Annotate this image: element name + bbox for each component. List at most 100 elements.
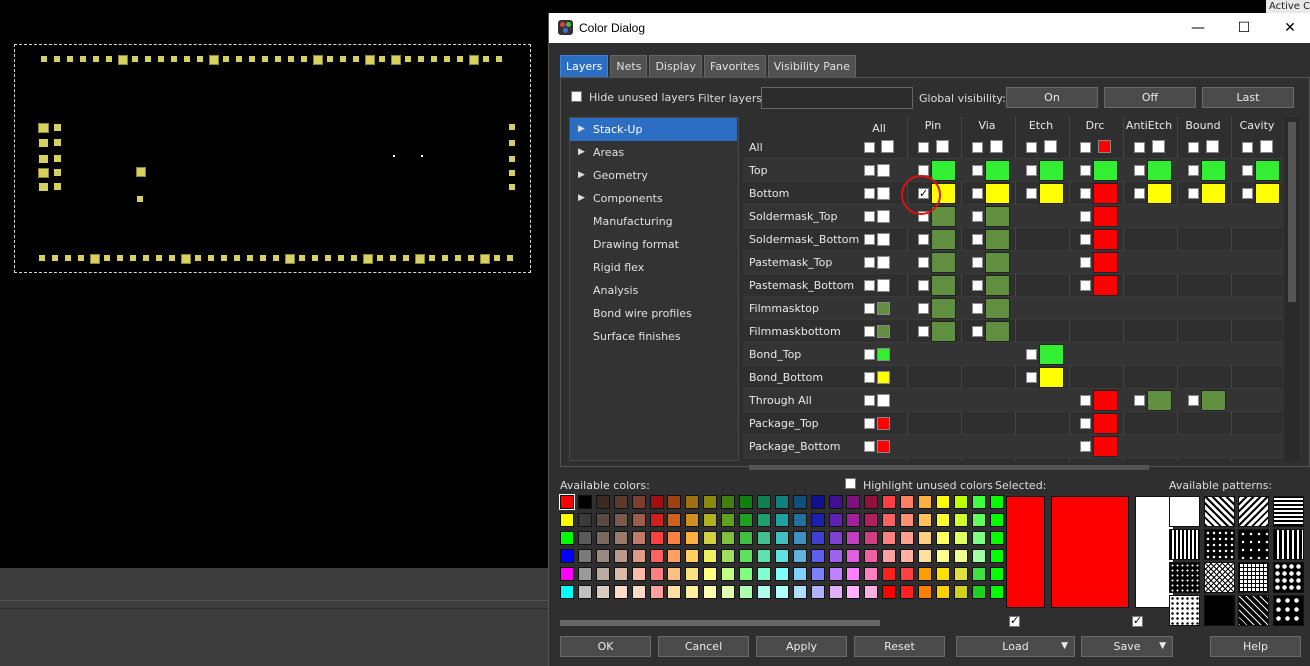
- via-visibility-checkbox[interactable]: [972, 303, 983, 314]
- pcb-pad[interactable]: [106, 56, 112, 62]
- pcb-pad[interactable]: [260, 255, 266, 261]
- etch-visibility-checkbox[interactable]: [1026, 372, 1037, 383]
- pcb-pad[interactable]: [509, 184, 515, 190]
- bound-visibility-checkbox[interactable]: [1188, 188, 1199, 199]
- via-visibility-checkbox[interactable]: [972, 165, 983, 176]
- drc-color-swatch[interactable]: [1093, 229, 1118, 250]
- antietch-color-swatch[interactable]: [1147, 390, 1172, 411]
- palette-color-swatch[interactable]: [703, 567, 718, 581]
- pcb-pad[interactable]: [209, 55, 219, 65]
- palette-color-swatch[interactable]: [792, 513, 807, 527]
- pattern-swatch[interactable]: [1203, 562, 1235, 593]
- palette-color-swatch[interactable]: [882, 585, 897, 599]
- palette-color-swatch[interactable]: [828, 495, 843, 509]
- pcb-pad[interactable]: [39, 255, 45, 261]
- drc-color-swatch[interactable]: [1093, 160, 1118, 181]
- bound-color-swatch[interactable]: [1206, 140, 1219, 153]
- visibility-on-button[interactable]: On: [1006, 87, 1098, 108]
- tree-item-drawing-format[interactable]: Drawing format: [570, 233, 737, 256]
- via-visibility-checkbox[interactable]: [972, 142, 983, 153]
- etch-visibility-checkbox[interactable]: [1026, 188, 1037, 199]
- palette-color-swatch[interactable]: [577, 513, 592, 527]
- palette-color-swatch[interactable]: [900, 531, 915, 545]
- pin-color-swatch[interactable]: [931, 298, 956, 319]
- palette-color-swatch[interactable]: [864, 495, 879, 509]
- palette-color-swatch[interactable]: [667, 567, 682, 581]
- palette-color-swatch[interactable]: [918, 585, 932, 599]
- palette-color-swatch[interactable]: [792, 567, 807, 581]
- palette-color-swatch[interactable]: [953, 531, 968, 545]
- pin-color-swatch[interactable]: [931, 160, 956, 181]
- etch-color-swatch[interactable]: [1044, 140, 1057, 153]
- drc-visibility-checkbox[interactable]: [1080, 142, 1091, 153]
- palette-color-swatch[interactable]: [595, 567, 610, 581]
- tab-layers[interactable]: Layers: [560, 55, 609, 77]
- pcb-pad[interactable]: [234, 255, 240, 261]
- antietch-visibility-checkbox[interactable]: [1134, 188, 1145, 199]
- palette-color-swatch[interactable]: [774, 585, 789, 599]
- pcb-pad[interactable]: [158, 56, 164, 62]
- etch-color-swatch[interactable]: [1039, 367, 1064, 388]
- drc-color-swatch[interactable]: [1093, 206, 1118, 227]
- all-visibility-checkbox[interactable]: [864, 326, 875, 337]
- pcb-pad[interactable]: [67, 56, 73, 62]
- drc-color-swatch[interactable]: [1093, 252, 1118, 273]
- pcb-pad[interactable]: [313, 55, 323, 65]
- via-color-swatch[interactable]: [985, 275, 1010, 296]
- cavity-color-swatch[interactable]: [1260, 140, 1273, 153]
- pattern-swatch[interactable]: [1238, 529, 1269, 560]
- palette-color-swatch[interactable]: [882, 567, 897, 581]
- palette-color-swatch[interactable]: [721, 549, 736, 563]
- palette-color-swatch[interactable]: [649, 567, 664, 581]
- palette-color-swatch[interactable]: [721, 495, 736, 509]
- palette-color-swatch[interactable]: [739, 513, 753, 527]
- pcb-pad[interactable]: [507, 255, 513, 261]
- tree-item-components[interactable]: ▶ Components: [570, 187, 737, 210]
- palette-color-swatch[interactable]: [971, 513, 986, 527]
- pcb-pad[interactable]: [509, 156, 515, 162]
- pcb-pad[interactable]: [80, 56, 86, 62]
- palette-color-swatch[interactable]: [667, 495, 682, 509]
- palette-color-swatch[interactable]: [792, 585, 807, 599]
- pcb-pad[interactable]: [312, 255, 318, 261]
- all-visibility-checkbox[interactable]: [864, 349, 875, 360]
- pattern-swatch[interactable]: [1169, 496, 1200, 527]
- pcb-pad[interactable]: [301, 56, 307, 62]
- palette-color-swatch[interactable]: [739, 549, 753, 563]
- palette-color-swatch[interactable]: [810, 549, 825, 563]
- drc-visibility-checkbox[interactable]: [1080, 234, 1091, 245]
- pcb-pad[interactable]: [273, 255, 279, 261]
- pcb-pad[interactable]: [429, 255, 435, 261]
- drc-color-swatch[interactable]: [1093, 390, 1118, 411]
- tab-display[interactable]: Display: [649, 55, 702, 77]
- drc-visibility-checkbox[interactable]: [1080, 418, 1091, 429]
- grid-horizontal-scrollbar[interactable]: [749, 465, 1149, 470]
- palette-color-swatch[interactable]: [667, 549, 682, 563]
- palette-color-swatch[interactable]: [935, 567, 950, 581]
- pcb-pad[interactable]: [418, 56, 424, 62]
- drc-color-swatch[interactable]: [1093, 275, 1118, 296]
- via-color-swatch[interactable]: [985, 252, 1010, 273]
- all-color-swatch[interactable]: [877, 256, 890, 269]
- pcb-pad[interactable]: [353, 56, 359, 62]
- all-color-swatch[interactable]: [877, 394, 890, 407]
- pcb-pad[interactable]: [54, 56, 60, 62]
- palette-color-swatch[interactable]: [613, 549, 628, 563]
- palette-color-swatch[interactable]: [560, 567, 574, 581]
- pcb-pad[interactable]: [136, 167, 146, 177]
- palette-color-swatch[interactable]: [882, 495, 897, 509]
- all-visibility-checkbox[interactable]: [864, 303, 875, 314]
- pcb-pad[interactable]: [262, 56, 268, 62]
- palette-color-swatch[interactable]: [559, 494, 575, 510]
- palette-color-swatch[interactable]: [792, 531, 807, 545]
- selected-pattern-checkbox[interactable]: [1132, 614, 1143, 627]
- pcb-pad[interactable]: [299, 255, 305, 261]
- all-visibility-checkbox[interactable]: [864, 441, 875, 452]
- palette-color-swatch[interactable]: [953, 549, 968, 563]
- pcb-pad[interactable]: [117, 255, 123, 261]
- tree-item-areas[interactable]: ▶ Areas: [570, 141, 737, 164]
- palette-color-swatch[interactable]: [703, 531, 718, 545]
- expand-arrow-icon[interactable]: ▶: [578, 118, 585, 141]
- palette-color-swatch[interactable]: [685, 585, 700, 599]
- pcb-pad[interactable]: [137, 196, 143, 202]
